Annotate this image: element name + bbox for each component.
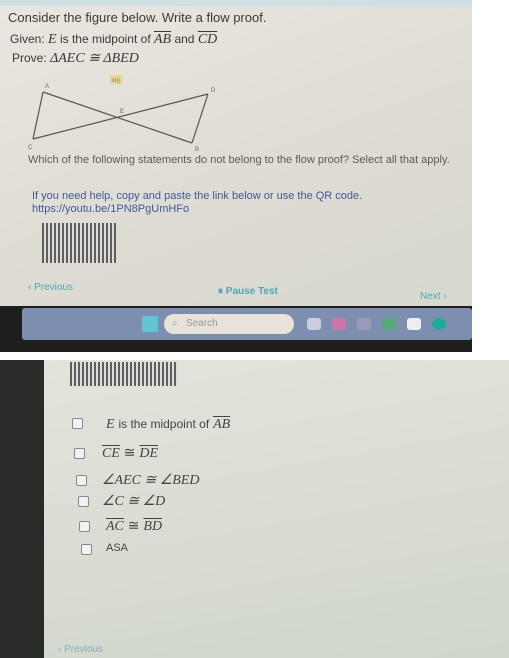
option-checkbox-1[interactable] — [72, 418, 83, 429]
given-and: and — [174, 32, 195, 46]
pause-test-button[interactable]: ⏸ Pause Test — [218, 286, 278, 297]
figure-badge: cnj — [112, 78, 120, 84]
bottom-photo-panel: E is the midpoint of AB CE ≅ DE ∠AEC ≅ ∠… — [0, 360, 509, 658]
prove-label: Prove: — [12, 51, 47, 65]
opt5-b: BD — [143, 519, 163, 534]
qr-code-partial — [70, 362, 178, 386]
option-2: CE ≅ DE — [102, 444, 158, 462]
previous-label: Previous — [34, 282, 74, 293]
option-checkbox-6[interactable] — [81, 544, 92, 555]
instruction: Consider the figure below. Write a flow … — [8, 10, 267, 25]
label-e: E — [120, 109, 124, 115]
option-4: ∠C ≅ ∠D — [102, 494, 166, 509]
previous-button[interactable]: ‹ Previous — [28, 282, 73, 293]
help-text: If you need help, copy and paste the lin… — [32, 190, 363, 202]
opt5-rel: ≅ — [127, 517, 140, 533]
prompt: Which of the following statements do not… — [28, 154, 450, 166]
label-c: C — [28, 145, 33, 151]
option-checkbox-5[interactable] — [79, 521, 90, 532]
opt2-b: DE — [139, 446, 159, 461]
triangle-figure: cnj A D E C B — [28, 75, 216, 151]
option-checkbox-3[interactable] — [76, 475, 87, 486]
given-seg1: AB — [154, 32, 172, 47]
taskbar: ⌕ Search — [22, 308, 472, 340]
search-placeholder: Search — [186, 318, 218, 329]
teams-icon[interactable] — [357, 318, 371, 330]
edge-icon[interactable] — [432, 318, 446, 330]
option-checkbox-2[interactable] — [74, 448, 85, 459]
opt1-seg: AB — [213, 417, 231, 432]
prove-line: Prove: ΔAEC ≅ ΔBED — [12, 50, 139, 67]
next-label: Next — [420, 291, 441, 302]
label-b: B — [195, 147, 199, 151]
next-button[interactable]: Next › — [420, 291, 447, 302]
given-point: E — [48, 32, 57, 47]
taskbar-search[interactable]: ⌕ Search — [164, 314, 294, 334]
given-label: Given: — [10, 32, 45, 46]
option-1: E is the midpoint of AB — [106, 415, 230, 433]
opt1-text: is the midpoint of — [118, 417, 210, 431]
prove-statement: ΔAEC ≅ ΔBED — [50, 51, 139, 66]
given-line: Given: E is the midpoint of AB and CD — [10, 32, 217, 48]
opt1-point: E — [106, 417, 115, 432]
opt2-rel: ≅ — [123, 444, 136, 460]
option-5: AC ≅ BD — [106, 517, 162, 535]
help-link[interactable]: https://youtu.be/1PN8PgUmHFo — [32, 203, 189, 215]
label-d: D — [211, 88, 216, 94]
search-icon: ⌕ — [172, 318, 178, 329]
option-3: ∠AEC ≅ ∠BED — [102, 473, 200, 488]
media-icon[interactable] — [407, 318, 421, 330]
task-view-icon[interactable] — [307, 318, 321, 330]
given-text: is the midpoint of — [59, 32, 151, 46]
qr-code — [42, 223, 117, 263]
option-6: ASA — [106, 542, 129, 554]
opt5-a: AC — [106, 519, 124, 534]
question-screen: Consider the figure below. Write a flow … — [0, 6, 472, 306]
opt2-a: CE — [102, 446, 120, 461]
previous-button-bottom[interactable]: ‹ Previous — [58, 644, 103, 655]
option-checkbox-4[interactable] — [78, 496, 89, 507]
pause-label: Pause Test — [225, 286, 278, 297]
windows-start-icon[interactable] — [142, 316, 158, 332]
copilot-icon[interactable] — [332, 318, 346, 330]
previous-label-bottom: Previous — [64, 644, 104, 655]
bezel — [0, 360, 44, 658]
app-icon[interactable] — [382, 318, 396, 330]
top-photo-panel: Consider the figure below. Write a flow … — [0, 0, 472, 352]
label-a: A — [45, 84, 49, 90]
given-seg2: CD — [197, 32, 218, 47]
